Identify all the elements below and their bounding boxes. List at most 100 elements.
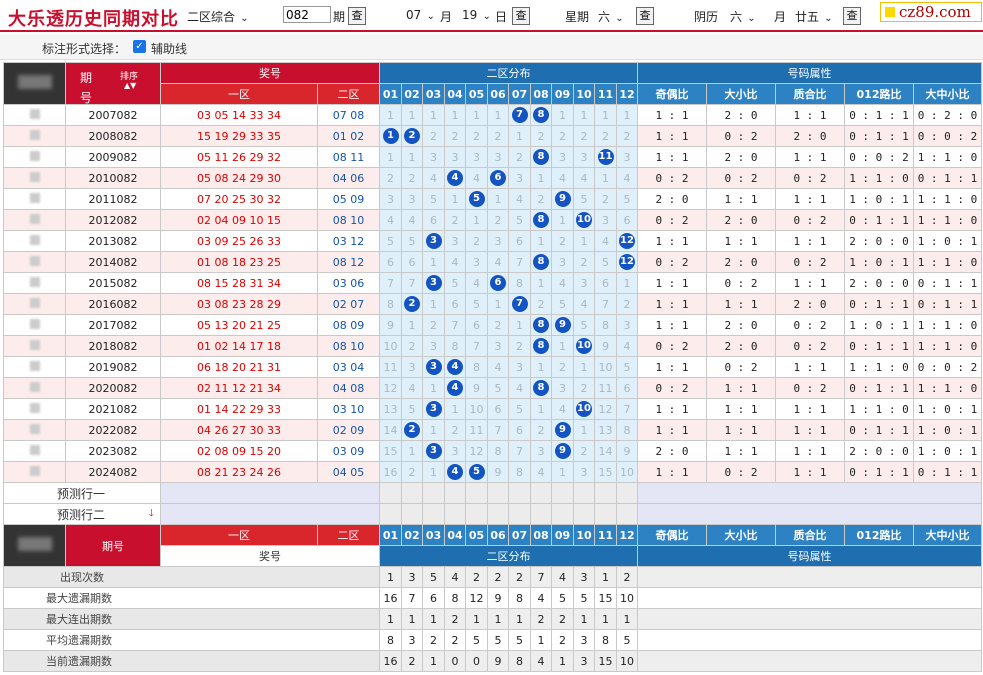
day-select[interactable]: 19 ⌄: [462, 8, 491, 22]
predict-dist-cell[interactable]: [444, 503, 466, 525]
lunar-month-select[interactable]: 六 ⌄: [730, 8, 756, 25]
zone-select[interactable]: 二区综合 ⌄: [187, 8, 249, 25]
month-label: 月: [440, 10, 453, 24]
stats-row: 平均遗漏期数 8 3 2 2 5 5 5 1 2 3 8 5: [3, 629, 982, 651]
predict-input-cell[interactable]: [160, 482, 380, 504]
stats-value: 1: [530, 629, 552, 651]
attr-col-header: 大中小比: [913, 83, 982, 105]
blurred-thumb: [29, 276, 40, 287]
query-week-button[interactable]: 查: [636, 7, 654, 25]
predict-dist-cell[interactable]: [487, 482, 509, 504]
stats-value: 0: [444, 650, 466, 672]
drawn-ball: 9: [554, 443, 571, 459]
predict-dist-cell[interactable]: [465, 503, 488, 525]
month-select[interactable]: 07 ⌄: [406, 8, 435, 22]
predict-dist-cell[interactable]: [530, 482, 552, 504]
dist-cell: 7: [379, 272, 402, 294]
attr-col-header: 大小比: [706, 83, 776, 105]
dist-cell-hit: 10: [573, 398, 595, 420]
dist-cell-hit: 11: [594, 146, 617, 168]
options-row: 标注形式选择： ✓ 辅助线: [0, 34, 983, 60]
predict-dist-cell[interactable]: [401, 503, 423, 525]
predict-input-cell[interactable]: [160, 503, 380, 525]
stats-attr-blank: [637, 587, 982, 609]
period-cell: 2008082: [65, 125, 161, 147]
issue-input[interactable]: [283, 6, 331, 23]
query-lunar-button[interactable]: 查: [843, 7, 861, 25]
dist-cell: 1: [422, 377, 445, 399]
predict-dist-cell[interactable]: [422, 503, 445, 525]
table-row: 2008082 15 19 29 33 35 01 02 1 2 2 2 2 2 1 2 2 2 2 2 1 …: [3, 125, 982, 147]
dist-cell: 2: [444, 125, 466, 147]
lunar-day-select[interactable]: 廿五 ⌄: [795, 8, 833, 25]
dist-cell-hit: 8: [530, 146, 552, 168]
attr-cell: 1 : 1: [775, 419, 845, 441]
drawn-ball: 4: [447, 464, 463, 480]
query-date-button[interactable]: 查: [512, 7, 530, 25]
predict-dist-cell[interactable]: [508, 482, 531, 504]
predict-dist-cell[interactable]: [465, 482, 488, 504]
stats-value: 1: [573, 608, 595, 630]
stats-value: 1: [422, 650, 445, 672]
arrow-down-icon[interactable]: 🡓: [149, 506, 154, 523]
attr-cell: 2 : 0: [775, 293, 845, 315]
predict-dist-cell[interactable]: [616, 503, 638, 525]
attr-cell: 1 : 1: [775, 440, 845, 462]
dist-cell: 3: [551, 251, 574, 273]
week-select[interactable]: 六 ⌄: [598, 8, 624, 25]
stats-value: 4: [530, 587, 552, 609]
dist-cell: 4: [379, 209, 402, 231]
period-cell: 2016082: [65, 293, 161, 315]
predict-dist-cell[interactable]: [487, 503, 509, 525]
dist-cell-hit: 2: [401, 419, 423, 441]
auxiliary-line-checkbox[interactable]: ✓: [133, 40, 146, 53]
site-logo[interactable]: cz89.com: [880, 2, 982, 22]
predict-row[interactable]: 预测行二 🡓: [3, 503, 982, 525]
predict-dist-cell[interactable]: [573, 503, 595, 525]
attr-cell: 1 : 1: [637, 104, 707, 126]
attr-cell: 0 : 1 : 1: [844, 125, 914, 147]
dist-cell: 1: [444, 188, 466, 210]
attr-cell: 1 : 1: [637, 146, 707, 168]
stats-value: 1: [379, 608, 402, 630]
dist-cell: 1: [379, 146, 402, 168]
predict-dist-cell[interactable]: [422, 482, 445, 504]
row-thumb-cell: [3, 293, 66, 315]
row-thumb-cell: [3, 398, 66, 420]
predict-dist-cell[interactable]: [551, 503, 574, 525]
predict-dist-cell[interactable]: [594, 482, 617, 504]
zone-select-value: 二区综合: [187, 10, 236, 24]
predict-dist-cell[interactable]: [530, 503, 552, 525]
predict-dist-cell[interactable]: [594, 503, 617, 525]
zone2-cell: 08 11: [317, 146, 380, 168]
attr-cell: 0 : 2: [706, 125, 776, 147]
blurred-thumb: [29, 339, 40, 350]
dist-cell-hit: 3: [422, 356, 445, 378]
stats-value: 3: [401, 566, 423, 588]
row-thumb-cell: [3, 188, 66, 210]
predict-dist-cell[interactable]: [379, 482, 402, 504]
dist-cell: 5: [508, 398, 531, 420]
predict-dist-cell[interactable]: [401, 482, 423, 504]
sort-arrows-icon[interactable]: ▲▼: [124, 81, 136, 90]
predict-dist-cell[interactable]: [508, 503, 531, 525]
predict-row[interactable]: 预测行一: [3, 482, 982, 504]
attr-cell: 1 : 1: [775, 272, 845, 294]
zone2-cell: 04 06: [317, 167, 380, 189]
dist-cell-hit: 5: [465, 188, 488, 210]
dist-cell: 4: [573, 167, 595, 189]
week-label: 星期: [565, 10, 590, 24]
auxiliary-line-label[interactable]: 辅助线: [151, 40, 187, 57]
period-cell: 2012082: [65, 209, 161, 231]
zone1-cell: 03 08 23 28 29: [160, 293, 318, 315]
predict-dist-cell[interactable]: [379, 503, 402, 525]
query-issue-button[interactable]: 查: [348, 7, 366, 25]
attr-cell: 1 : 1: [637, 419, 707, 441]
predict-dist-cell[interactable]: [551, 482, 574, 504]
dist-cell: 11: [379, 356, 402, 378]
period-sort-header[interactable]: 期 号 排序 ▲▼: [65, 62, 161, 105]
predict-dist-cell[interactable]: [616, 482, 638, 504]
predict-dist-cell[interactable]: [444, 482, 466, 504]
dist-cell: 4: [551, 272, 574, 294]
predict-dist-cell[interactable]: [573, 482, 595, 504]
